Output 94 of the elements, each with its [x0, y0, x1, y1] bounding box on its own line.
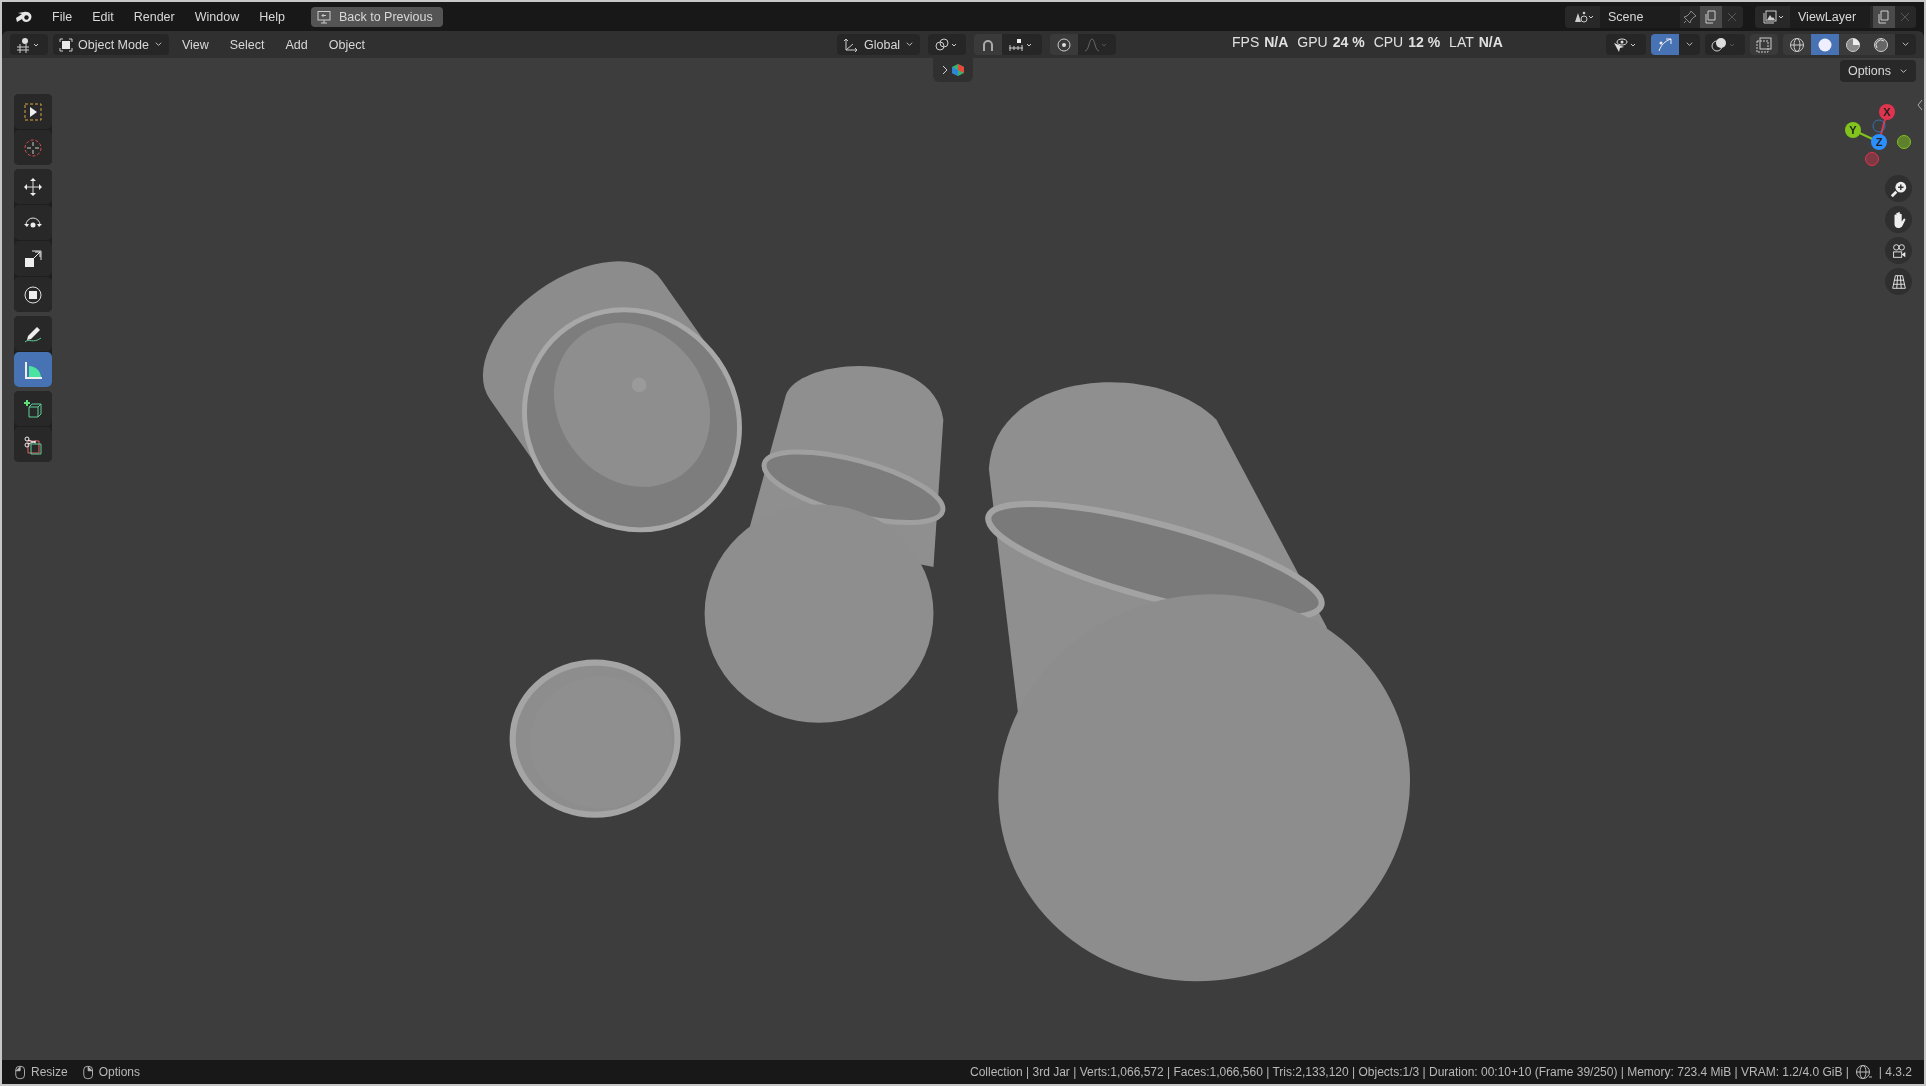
overlays-dropdown[interactable]	[1705, 34, 1745, 55]
cube-select-icon	[59, 37, 73, 52]
tool-button[interactable]	[14, 169, 52, 204]
tool-button[interactable]	[14, 391, 52, 426]
tool-button[interactable]	[14, 94, 52, 129]
menu-item[interactable]: Select	[221, 34, 273, 55]
scale-icon	[23, 248, 43, 269]
stat-value: 24 %	[1332, 34, 1365, 50]
perspective-toggle-button[interactable]	[1885, 268, 1912, 295]
axes-icon	[843, 36, 859, 53]
gizmo-icon	[1657, 36, 1673, 53]
zoom-in-icon	[1889, 179, 1908, 198]
pan-button[interactable]	[1885, 206, 1912, 233]
camera-view-button[interactable]	[1885, 237, 1912, 264]
axis-handle[interactable]: X	[1879, 104, 1895, 120]
scissors-cube-icon	[23, 434, 43, 455]
caret-icon	[1899, 66, 1908, 76]
stat-label: LAT	[1449, 34, 1474, 50]
solid-sphere-icon	[1817, 36, 1833, 53]
menu-item[interactable]: View	[173, 34, 217, 55]
menu-item[interactable]: Help	[251, 6, 293, 27]
status-hint: Options	[98, 1065, 141, 1079]
scene-name[interactable]: Scene	[1600, 5, 1680, 28]
scene-statistics: Collection | 3rd Jar | Verts:1,066,572 | Faces:1,066,560 | Tris:2,133,120 | Objects:1/3 | Duration: 00:10+10 (Frame 39/250) | Memory: 723.4 MiB | VRAM: 1.2/4.0 GiB |	[970, 1065, 1849, 1079]
visibility-dropdown[interactable]	[1606, 34, 1646, 55]
wireframe-sphere-icon	[1789, 36, 1805, 53]
caret-icon	[153, 40, 163, 49]
target-icon	[1056, 36, 1073, 53]
sidebar-toggle-icon[interactable]	[1916, 98, 1924, 112]
stat-label: GPU	[1297, 34, 1328, 50]
options-dropdown[interactable]: Options	[1839, 60, 1916, 82]
tool-button[interactable]	[14, 205, 52, 240]
stat-value: N/A	[1264, 34, 1289, 50]
stat-value: 12 %	[1408, 34, 1441, 50]
menu-item[interactable]: Object	[320, 34, 373, 55]
add-cube-icon	[23, 398, 43, 419]
orientation-dropdown[interactable]: Global	[837, 34, 921, 55]
transform-icon	[23, 284, 43, 305]
view-layer-selector[interactable]: ViewLayer	[1755, 5, 1916, 28]
mouse-icon	[14, 1064, 28, 1080]
menu-item[interactable]: Edit	[84, 6, 122, 27]
axis-handle[interactable]: Y	[1845, 122, 1861, 138]
proportional-editing-toggle[interactable]	[1050, 34, 1079, 55]
globe-icon	[1854, 1064, 1873, 1080]
pin-icon[interactable]	[1683, 9, 1697, 24]
crosshair-icon	[23, 137, 43, 158]
ruler-protractor-icon	[23, 359, 43, 380]
caret-icon	[1901, 40, 1910, 49]
xray-toggle[interactable]	[1750, 34, 1778, 55]
view-layer-name[interactable]: ViewLayer	[1790, 5, 1870, 28]
snap-target-dropdown[interactable]	[1002, 34, 1043, 55]
rendered-sphere-icon	[1873, 36, 1889, 53]
editor-type-button[interactable]	[10, 34, 48, 55]
back-to-previous-button[interactable]: Back to Previous	[310, 6, 443, 27]
mouse-icon	[81, 1064, 96, 1080]
menu-item[interactable]: Window	[186, 6, 248, 27]
shading-button[interactable]	[1783, 34, 1811, 55]
copy-icon[interactable]	[1700, 5, 1722, 28]
tool-button[interactable]	[14, 316, 52, 351]
xray-icon	[1756, 36, 1772, 53]
tool-button[interactable]	[14, 277, 52, 312]
stat-label: CPU	[1373, 34, 1404, 50]
menu-item[interactable]: Render	[125, 6, 183, 27]
menu-item[interactable]: File	[44, 6, 81, 27]
select-box-icon	[23, 101, 43, 122]
axis-handle[interactable]: Z	[1871, 134, 1887, 150]
gizmo-toggle[interactable]	[1651, 34, 1679, 55]
grid-icon	[1889, 272, 1908, 291]
monitor-icon	[316, 9, 331, 24]
material-sphere-icon	[1845, 36, 1861, 53]
caret-icon	[1685, 40, 1694, 49]
tool-button[interactable]	[14, 241, 52, 276]
version-number: | 4.3.2	[1878, 1065, 1912, 1079]
status-hint: Resize	[31, 1065, 68, 1079]
stat-value: N/A	[1478, 34, 1503, 50]
axis-gizmo[interactable]: X Y Z	[1834, 100, 1914, 170]
shading-button[interactable]	[1867, 34, 1895, 55]
caret-icon	[905, 40, 915, 49]
scene-selector[interactable]: Scene	[1565, 5, 1743, 28]
snap-toggle[interactable]	[974, 34, 1003, 55]
move-arrows-icon	[23, 176, 43, 197]
stat-label: FPS	[1232, 34, 1260, 50]
mode-dropdown[interactable]: Object Mode	[53, 34, 169, 55]
pivot-dropdown[interactable]	[928, 34, 967, 55]
tool-button[interactable]	[14, 427, 52, 462]
tool-button[interactable]	[14, 352, 52, 387]
shading-button[interactable]	[1839, 34, 1867, 55]
3d-viewport[interactable]: Options X Y Z	[2, 58, 1924, 1060]
zoom-button[interactable]	[1885, 175, 1912, 202]
asset-shelf-tab[interactable]	[933, 58, 973, 82]
menu-item[interactable]: Add	[277, 34, 316, 55]
chevron-hexagon-icon	[941, 63, 965, 77]
copy-icon[interactable]	[1873, 5, 1895, 28]
shading-button[interactable]	[1811, 34, 1839, 55]
